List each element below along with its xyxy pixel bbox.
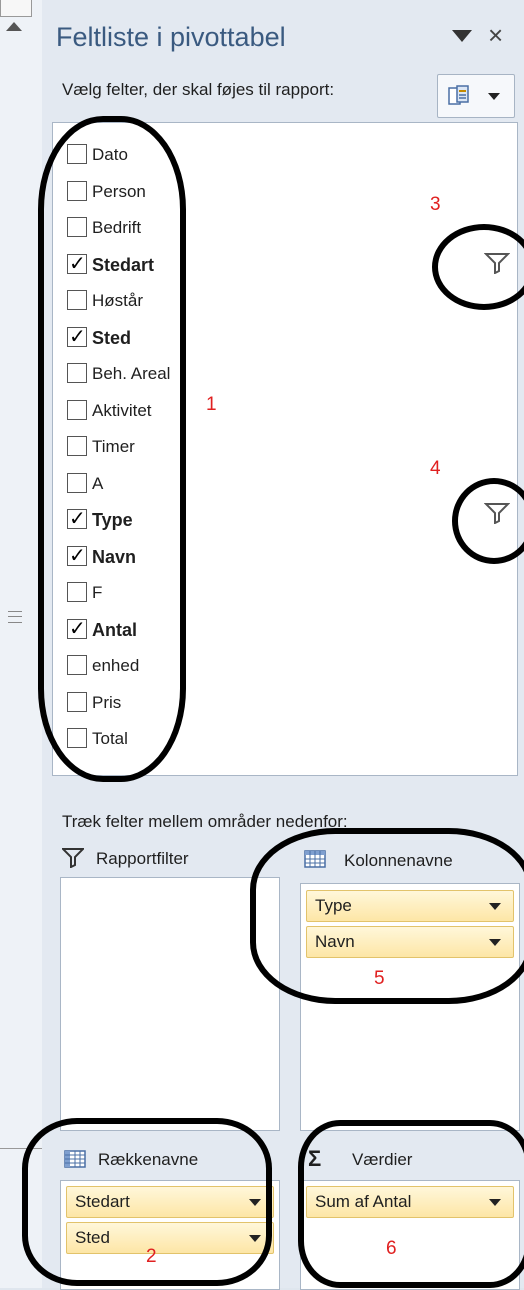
close-icon[interactable]: ×	[488, 20, 503, 51]
report-filter-title: Rapportfilter	[96, 849, 189, 868]
annotation-number: 3	[430, 194, 441, 215]
annotation-ring	[250, 828, 524, 1004]
field-list-instruction: Vælg felter, der skal føjes til rapport:	[62, 80, 335, 99]
resize-grip-icon[interactable]	[8, 611, 22, 623]
annotation-number: 2	[146, 1246, 157, 1267]
report-filter-area[interactable]	[60, 877, 280, 1131]
field-layout-icon	[448, 85, 469, 105]
filter-funnel-icon	[62, 848, 84, 868]
field-layout-button[interactable]	[437, 74, 515, 118]
drag-fields-label: Træk felter mellem områder nedenfor:	[62, 812, 348, 831]
annotation-ring	[38, 116, 186, 782]
panel-title: Feltliste i pivottabel	[56, 22, 286, 52]
panel-options-dropdown-icon[interactable]	[452, 30, 472, 42]
panel-side-strip	[0, 0, 43, 1288]
scroll-up-arrow-icon[interactable]	[6, 22, 22, 31]
annotation-number: 4	[430, 458, 441, 479]
annotation-number: 6	[386, 1238, 397, 1259]
dropdown-arrow-icon	[488, 93, 500, 100]
strip-top-tab	[0, 0, 32, 17]
annotation-number: 1	[206, 394, 217, 415]
annotation-ring	[298, 1120, 524, 1288]
annotation-number: 5	[374, 968, 385, 989]
